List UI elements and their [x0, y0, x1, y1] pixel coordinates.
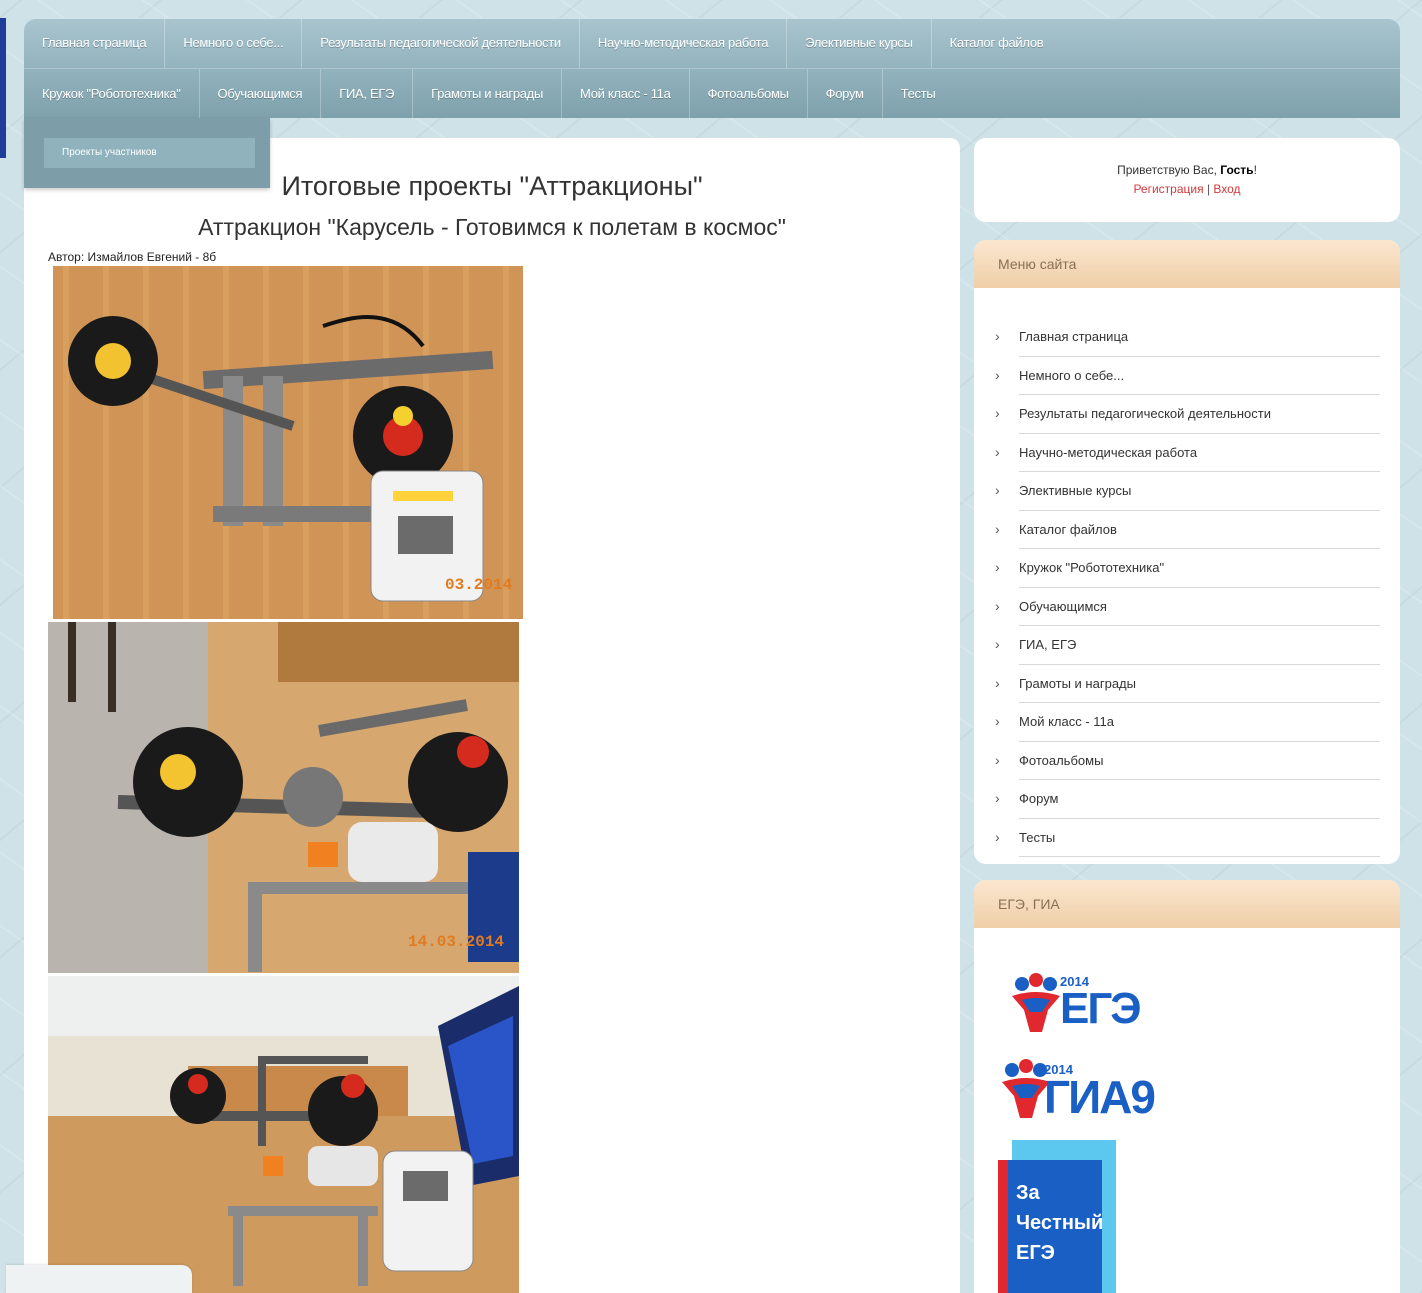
chevron-right-icon: ›	[995, 443, 1000, 460]
site-menu-item[interactable]: › Немного о себе...	[995, 357, 1380, 395]
photo-1-date: 03.2014	[445, 576, 513, 594]
greeting-name: Гость	[1220, 163, 1254, 177]
chevron-right-icon: ›	[995, 328, 1000, 344]
chevron-right-icon: ›	[995, 482, 1000, 498]
site-menu-list: › Главная страница › Немного о себе... › Ре…	[994, 318, 1380, 857]
chevron-right-icon: ›	[995, 520, 1000, 537]
nav-home[interactable]: Главная страница	[24, 18, 166, 68]
nav-files[interactable]: Каталог файлов	[932, 18, 1062, 68]
auth-separator: |	[1206, 182, 1211, 196]
main-content: Итоговые проекты "Аттракционы" Аттракцио…	[24, 138, 960, 1293]
site-menu-item[interactable]: › Грамоты и награды	[995, 665, 1380, 703]
nav-robotics[interactable]: Кружок "Робототехника"	[24, 69, 200, 119]
honest-ege-line1: За	[1016, 1182, 1040, 1204]
ege-text: ЕГЭ	[1060, 984, 1142, 1033]
chevron-right-icon: ›	[995, 674, 1000, 691]
robot-photo-1: 03.2014	[53, 266, 523, 619]
chevron-right-icon: ›	[995, 597, 1000, 614]
greeting-line: Приветствую Вас, Гость!	[974, 163, 1400, 177]
nav-students[interactable]: Обучающимся	[200, 69, 322, 119]
nav-electives[interactable]: Элективные курсы	[787, 18, 932, 68]
nav-photo-albums[interactable]: Фотоальбомы	[690, 69, 808, 119]
honest-ege-line3: ЕГЭ	[1016, 1242, 1055, 1264]
nav-awards[interactable]: Грамоты и награды	[413, 69, 563, 119]
nav-row-1: Главная страница Немного о себе... Резул…	[24, 18, 1061, 68]
nav-methodical[interactable]: Научно-методическая работа	[580, 18, 788, 68]
site-menu-item[interactable]: › Обучающимся	[995, 588, 1380, 626]
nav-row-2: Кружок "Робототехника" Обучающимся ГИА, …	[24, 68, 1400, 119]
register-link[interactable]: Регистрация	[1133, 182, 1203, 196]
site-menu-item[interactable]: › Главная страница	[995, 318, 1380, 357]
honest-ege-line2: Честный	[1016, 1212, 1104, 1234]
site-menu-item[interactable]: › Результаты педагогической деятельности	[995, 395, 1380, 434]
left-edge-strip	[0, 18, 6, 158]
nav-results[interactable]: Результаты педагогической деятельности	[302, 18, 580, 68]
robot-photo-2: 14.03.2014	[48, 622, 519, 973]
photo-2-date: 14.03.2014	[408, 933, 505, 951]
gia-text: ГИА9	[1044, 1071, 1156, 1123]
chevron-right-icon: ›	[995, 713, 1000, 729]
exams-title: ЕГЭ, ГИА	[974, 880, 1400, 928]
honest-ege-logo[interactable]: За Честный ЕГЭ	[998, 1140, 1118, 1293]
site-menu-item[interactable]: › Тесты	[995, 819, 1380, 857]
submenu-participant-projects[interactable]: Проекты участников	[44, 138, 255, 168]
site-menu-title: Меню сайта	[974, 240, 1400, 288]
site-menu-panel: Меню сайта › Главная страница › Немного о …	[974, 240, 1400, 864]
auth-links: Регистрация | Вход	[974, 182, 1400, 196]
chevron-right-icon: ›	[995, 559, 1000, 575]
chevron-right-icon: ›	[995, 405, 1000, 421]
nav-forum[interactable]: Форум	[808, 69, 883, 119]
chevron-right-icon: ›	[995, 366, 1000, 383]
gia9-2014-logo[interactable]: 2014 ГИА9	[998, 1056, 1198, 1126]
site-menu-item[interactable]: › Научно-методическая работа	[995, 434, 1380, 472]
author-line: Автор: Измайлов Евгений - 8б	[48, 250, 217, 264]
chevron-right-icon: ›	[995, 828, 1000, 845]
chevron-right-icon: ›	[995, 751, 1000, 768]
greeting-box: Приветствую Вас, Гость! Регистрация | Вх…	[974, 138, 1400, 222]
top-navigation: Главная страница Немного о себе... Резул…	[24, 18, 1400, 119]
site-menu-item[interactable]: › Кружок "Робототехника"	[995, 549, 1380, 588]
site-menu-item[interactable]: › Фотоальбомы	[995, 742, 1380, 780]
nav-about[interactable]: Немного о себе...	[165, 18, 303, 68]
greeting-prefix: Приветствую Вас,	[1117, 163, 1221, 177]
chevron-right-icon: ›	[995, 636, 1000, 652]
site-menu-item[interactable]: › Элективные курсы	[995, 472, 1380, 511]
nav-gia-ege[interactable]: ГИА, ЕГЭ	[321, 69, 414, 119]
site-menu-item[interactable]: › Мой класс - 11а	[995, 703, 1380, 742]
robotics-submenu: Проекты участников	[24, 118, 270, 188]
greeting-suffix: !	[1253, 163, 1257, 177]
site-menu-item[interactable]: › ГИА, ЕГЭ	[995, 626, 1380, 665]
exams-panel: ЕГЭ, ГИА 2014 ЕГЭ 2014 ГИА9 За Честный Е	[974, 880, 1400, 1293]
site-menu-item[interactable]: › Форум	[995, 780, 1380, 819]
page-subtitle: Аттракцион "Карусель - Готовимся к полет…	[198, 214, 786, 240]
chevron-right-icon: ›	[995, 790, 1000, 806]
nav-tests[interactable]: Тесты	[883, 69, 954, 119]
ege-2014-logo[interactable]: 2014 ЕГЭ	[1008, 970, 1188, 1040]
login-link[interactable]: Вход	[1213, 182, 1240, 196]
robot-photo-3	[48, 976, 519, 1293]
nav-my-class[interactable]: Мой класс - 11а	[562, 69, 690, 119]
site-menu-item[interactable]: › Каталог файлов	[995, 511, 1380, 549]
bottom-tab	[6, 1265, 192, 1293]
